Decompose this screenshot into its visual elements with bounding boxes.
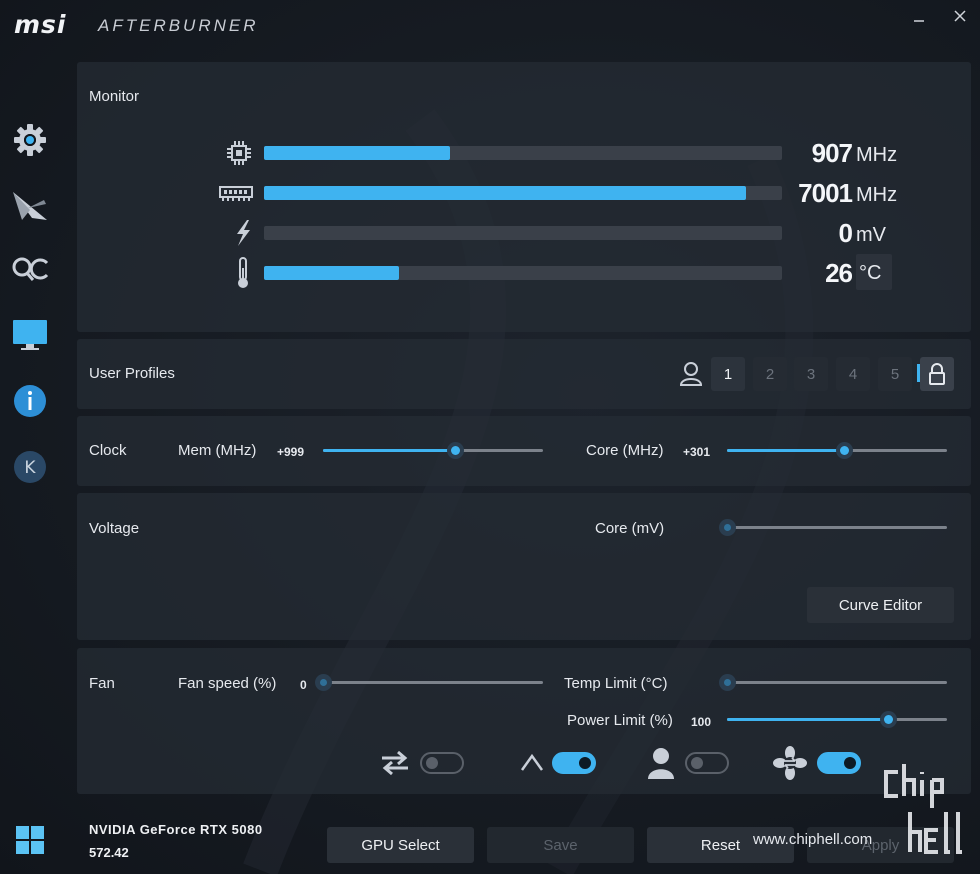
save-button[interactable]: Save (487, 827, 634, 863)
mem-clock-label: Mem (MHz) (178, 442, 257, 459)
temperature-unit: °C (859, 262, 882, 284)
voltage-value: 0 (838, 218, 853, 248)
temp-limit-label: Temp Limit (°C) (564, 675, 668, 692)
core-voltage-label: Core (mV) (595, 520, 665, 537)
driver-version: 572.42 (89, 845, 129, 860)
voltage-bar (264, 226, 782, 240)
core-clock-slider[interactable] (727, 442, 947, 459)
fan-title: Fan (89, 675, 115, 692)
profiles-title: User Profiles (89, 365, 175, 382)
gpu-name: NVIDIA GeForce RTX 5080 (89, 822, 263, 837)
fan-sync-mode-toggle[interactable] (817, 752, 861, 774)
mem-clock-slider[interactable] (323, 442, 543, 459)
profile-slot-4[interactable]: 4 (836, 357, 870, 391)
fan-speed-value: 0 (300, 678, 307, 692)
core-clock-unit: MHz (856, 144, 898, 166)
mem-clock-slider-knob[interactable] (447, 442, 464, 459)
temperature-bar-fill (264, 266, 399, 280)
info-icon[interactable] (10, 381, 50, 421)
fan-speed-slider[interactable] (315, 674, 543, 691)
power-limit-label: Power Limit (%) (567, 712, 673, 729)
gpu-select-button[interactable]: GPU Select (327, 827, 474, 863)
windows-icon[interactable] (10, 820, 50, 860)
temp-limit-slider-knob[interactable] (719, 674, 736, 691)
profile-slot-5[interactable]: 5 (878, 357, 912, 391)
temperature-bar (264, 266, 782, 280)
gear-icon[interactable] (10, 120, 50, 160)
core-clock-offset: +301 (683, 445, 711, 459)
cpu-chip-icon (223, 138, 255, 168)
minimize-icon[interactable] (906, 4, 932, 28)
temperature-value: 26 (825, 258, 853, 288)
power-limit-slider-knob[interactable] (879, 711, 897, 728)
display-icon[interactable] (10, 315, 50, 355)
auto-fan-toggle[interactable] (552, 752, 596, 774)
msi-logo: msi (14, 10, 67, 39)
memory-clock-value: 7001 (798, 178, 853, 208)
core-clock-value: 907 (811, 138, 853, 168)
curve-editor-button[interactable]: Curve Editor (807, 587, 954, 623)
core-voltage-slider[interactable] (719, 519, 947, 536)
core-clock-bar (264, 146, 782, 160)
sidebar: K (0, 50, 62, 874)
power-limit-slider-fill (727, 718, 888, 721)
watermark-site: www.chiphell.com (753, 831, 873, 848)
fan-sync-icon (773, 746, 807, 780)
core-clock-slider-knob[interactable] (835, 442, 853, 459)
user-fan-toggle[interactable] (685, 752, 729, 774)
fan-speed-label: Fan speed (%) (178, 675, 277, 692)
monitor-title: Monitor (89, 88, 140, 105)
core-clock-label: Core (MHz) (586, 442, 664, 459)
svg-text:K: K (24, 458, 36, 478)
thermometer-icon (227, 256, 259, 290)
afterburner-plane-icon[interactable] (10, 186, 50, 226)
voltage-title: Voltage (89, 520, 140, 537)
sync-arrows-icon (378, 746, 412, 780)
power-limit-value: 100 (691, 715, 712, 729)
k-icon[interactable]: K (10, 447, 50, 487)
user-profile-icon (674, 357, 708, 391)
chiphell-watermark-logo (884, 764, 962, 854)
title-bar: msi AFTERBURNER (0, 0, 980, 50)
auto-icon (515, 746, 549, 780)
afterburner-window: msi AFTERBURNER K Monitor 907 MHz 7001 M… (0, 0, 980, 874)
fan-sync-toggle[interactable] (420, 752, 464, 774)
power-limit-slider[interactable] (727, 711, 947, 728)
user-icon (644, 744, 678, 782)
close-icon[interactable] (947, 4, 973, 28)
mem-clock-slider-fill (323, 449, 455, 452)
memory-icon (217, 178, 255, 208)
lock-icon[interactable] (920, 357, 954, 391)
app-name: AFTERBURNER (98, 16, 259, 35)
fan-speed-slider-knob[interactable] (315, 674, 332, 691)
memory-clock-bar (264, 186, 782, 200)
temp-limit-slider[interactable] (719, 674, 947, 691)
memory-clock-unit: MHz (856, 184, 898, 206)
voltage-unit: mV (856, 224, 886, 246)
profile-slot-1[interactable]: 1 (711, 357, 745, 391)
core-voltage-slider-knob[interactable] (719, 519, 736, 536)
profile-slot-3[interactable]: 3 (794, 357, 828, 391)
oc-search-icon[interactable] (10, 250, 50, 290)
clock-title: Clock (89, 442, 127, 459)
profile-slot-2[interactable]: 2 (753, 357, 787, 391)
mem-clock-value: +999 (277, 445, 305, 459)
core-clock-slider-fill (727, 449, 844, 452)
memory-clock-bar-fill (264, 186, 746, 200)
voltage-bolt-icon (227, 218, 259, 248)
core-clock-bar-fill (264, 146, 451, 160)
